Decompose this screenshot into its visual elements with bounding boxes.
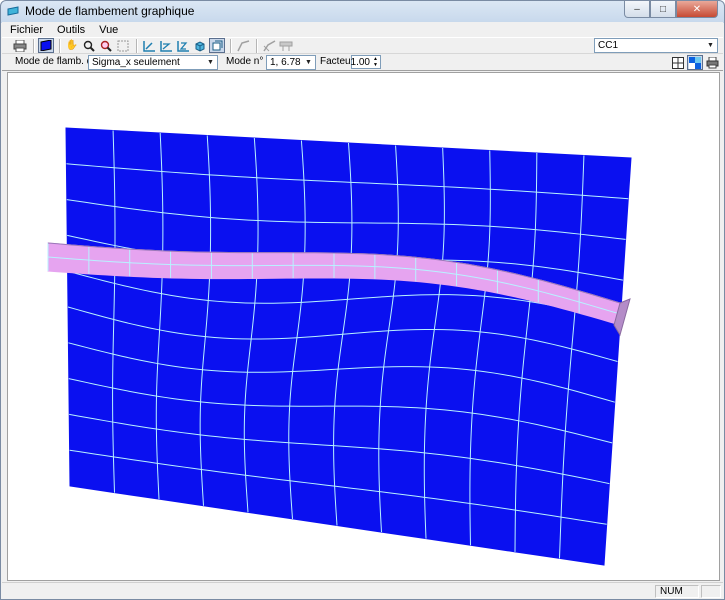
toolbar-separator xyxy=(136,38,137,53)
window-title: Mode de flambement graphique xyxy=(25,4,195,18)
printer-icon xyxy=(706,56,718,68)
section-icon xyxy=(279,41,293,51)
chevron-down-icon: ▼ xyxy=(305,59,312,66)
deformed-view-button[interactable] xyxy=(209,38,225,53)
chevron-down-icon: ▼ xyxy=(207,59,214,66)
options-toolbar: Mode de flamb. de : Sigma_x seulement ▼ … xyxy=(2,54,723,71)
menu-bar: Fichier Outils Vue xyxy=(2,22,723,37)
ruler-icon xyxy=(236,39,249,51)
zoom-window-icon xyxy=(100,40,112,52)
toolbar-separator xyxy=(33,38,34,53)
app-icon xyxy=(7,6,19,16)
buckling-mode-canvas[interactable] xyxy=(8,73,719,580)
load-case-select[interactable]: CC1 ▼ xyxy=(594,38,718,53)
view-yz-button[interactable] xyxy=(158,38,174,53)
menu-vue[interactable]: Vue xyxy=(91,24,124,36)
spinner-arrows-icon[interactable]: ▲ ▼ xyxy=(371,56,380,68)
window-controls: – □ ✕ xyxy=(624,1,718,18)
zoom-button[interactable] xyxy=(81,38,97,53)
pan-button[interactable]: ✋ xyxy=(64,38,80,53)
num-lock-indicator: NUM xyxy=(655,585,699,598)
zoom-window-button[interactable] xyxy=(98,38,114,53)
status-bar: NUM xyxy=(2,582,723,599)
isometric-view-button[interactable] xyxy=(192,38,208,53)
main-toolbar: ✋ CC1 ▼ xyxy=(2,37,723,54)
view-xz-button[interactable] xyxy=(141,38,157,53)
chevron-down-icon: ▼ xyxy=(707,42,714,49)
close-icon: ✕ xyxy=(692,3,702,15)
mesh-view-button[interactable] xyxy=(670,55,686,70)
zoom-all-button[interactable] xyxy=(115,38,131,53)
facteur-spinner[interactable]: 1.00 ▲ ▼ xyxy=(351,55,381,69)
mode-flamb-value: Sigma_x seulement xyxy=(92,57,180,68)
view-z-icon xyxy=(176,40,189,52)
color-view-button[interactable] xyxy=(687,55,703,70)
plate-surface xyxy=(65,127,632,566)
dimension-button[interactable] xyxy=(261,38,277,53)
maximize-icon: □ xyxy=(659,3,667,15)
print-view-button[interactable] xyxy=(704,55,720,70)
facteur-value: 1.00 xyxy=(350,56,370,68)
section-button[interactable] xyxy=(278,38,294,53)
magnifier-icon xyxy=(83,40,95,52)
load-case-value: CC1 xyxy=(598,40,619,51)
grid-icon xyxy=(672,56,684,69)
view-y-icon xyxy=(159,40,172,52)
color-fill-icon xyxy=(689,56,701,69)
dimension-icon xyxy=(262,39,275,51)
cube-icon xyxy=(195,40,205,52)
measure-button[interactable] xyxy=(235,38,251,53)
print-button[interactable] xyxy=(12,38,28,53)
menu-outils[interactable]: Outils xyxy=(49,24,91,36)
zoom-extents-icon xyxy=(117,40,129,51)
mode-n-value: 1, 6.78 xyxy=(270,57,301,68)
toolbar-separator xyxy=(230,38,231,53)
app-window: Mode de flambement graphique – □ ✕ Fichi… xyxy=(0,0,725,600)
view-3d-button[interactable] xyxy=(38,38,54,53)
deformed-cube-icon xyxy=(212,40,223,50)
minimize-icon: – xyxy=(634,3,640,15)
mode-n-select[interactable]: 1, 6.78 ▼ xyxy=(266,55,316,70)
mode-flamb-select[interactable]: Sigma_x seulement ▼ xyxy=(88,55,218,70)
hand-icon: ✋ xyxy=(65,40,79,51)
print-icon xyxy=(13,39,27,52)
minimize-button[interactable]: – xyxy=(624,1,650,18)
toolbar-separator xyxy=(59,38,60,53)
maximize-button[interactable]: □ xyxy=(650,1,676,18)
view-x-icon xyxy=(142,40,155,52)
plate-view-icon xyxy=(40,40,52,51)
title-bar[interactable]: Mode de flambement graphique – □ ✕ xyxy=(1,1,724,21)
close-button[interactable]: ✕ xyxy=(676,1,718,18)
view-xy-button[interactable] xyxy=(175,38,191,53)
menu-fichier[interactable]: Fichier xyxy=(2,24,49,36)
status-pane-empty xyxy=(701,585,721,598)
mode-n-label: Mode n° : xyxy=(226,56,269,67)
graphic-viewport[interactable] xyxy=(7,72,720,581)
toolbar-separator xyxy=(256,38,257,53)
